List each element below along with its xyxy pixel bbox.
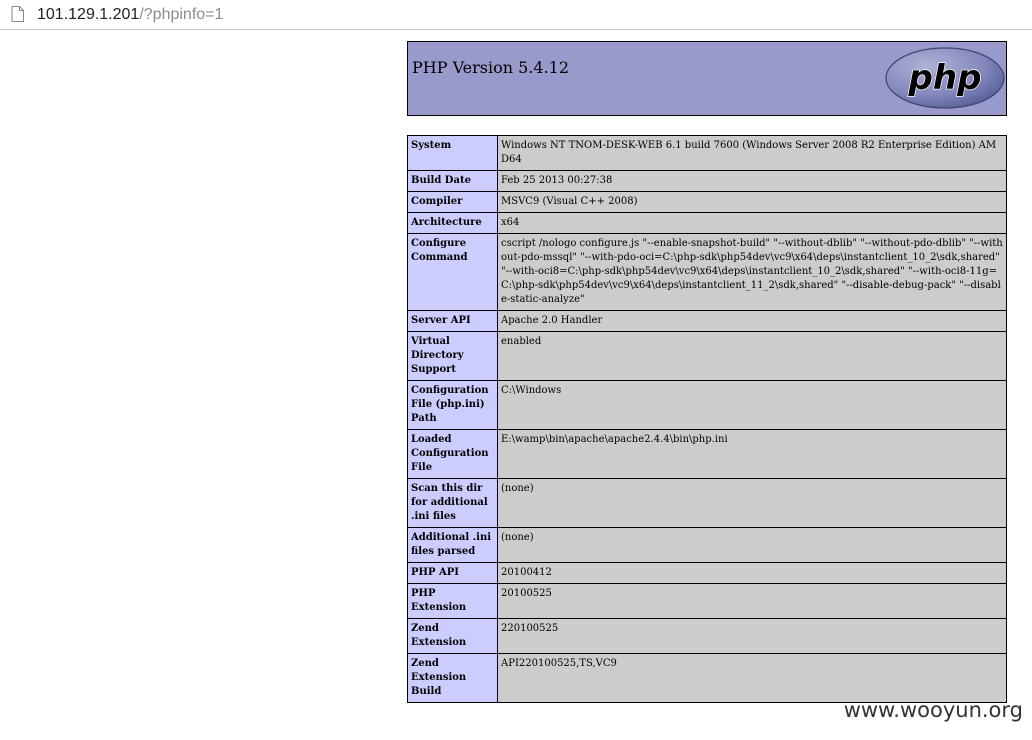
row-key: Configure Command <box>407 233 498 311</box>
row-key: Server API <box>407 310 498 332</box>
page-icon <box>11 6 24 22</box>
row-value: C:\Windows <box>497 380 1007 430</box>
row-value: 20100412 <box>497 562 1007 584</box>
row-key: Build Date <box>407 170 498 192</box>
row-key: Scan this dir for additional .ini files <box>407 478 498 528</box>
row-value: (none) <box>497 527 1007 563</box>
table-row: Zend Extension Build API220100525,TS,VC9 <box>407 653 1007 703</box>
row-value: x64 <box>497 212 1007 234</box>
row-key: System <box>407 135 498 171</box>
phpinfo-table: System Windows NT TNOM-DESK-WEB 6.1 build… <box>407 135 1007 703</box>
table-row: Additional .ini files parsed (none) <box>407 527 1007 563</box>
table-row: PHP Extension 20100525 <box>407 583 1007 619</box>
table-row: Virtual Directory Support enabled <box>407 331 1007 381</box>
row-value: Feb 25 2013 00:27:38 <box>497 170 1007 192</box>
row-value: Windows NT TNOM-DESK-WEB 6.1 build 7600 … <box>497 135 1007 171</box>
address-bar[interactable]: 101.129.1.201/?phpinfo=1 <box>0 0 1032 30</box>
url-path: /?phpinfo=1 <box>139 6 224 23</box>
php-version-title: PHP Version 5.4.12 <box>412 58 570 77</box>
row-value: (none) <box>497 478 1007 528</box>
row-key: Virtual Directory Support <box>407 331 498 381</box>
table-row: Build Date Feb 25 2013 00:27:38 <box>407 170 1007 192</box>
table-row: Compiler MSVC9 (Visual C++ 2008) <box>407 191 1007 213</box>
row-key: Architecture <box>407 212 498 234</box>
row-value: E:\wamp\bin\apache\apache2.4.4\bin\php.i… <box>497 429 1007 479</box>
row-key: Configuration File (php.ini) Path <box>407 380 498 430</box>
url-host: 101.129.1.201 <box>37 6 140 23</box>
row-key: Zend Extension Build <box>407 653 498 703</box>
table-row: Architecture x64 <box>407 212 1007 234</box>
row-value: 220100525 <box>497 618 1007 654</box>
table-row: Configure Command cscript /nologo configu… <box>407 233 1007 311</box>
phpinfo-header: PHP Version 5.4.12 php <box>407 41 1007 116</box>
table-row: Scan this dir for additional .ini files(… <box>407 478 1007 528</box>
row-value: Apache 2.0 Handler <box>497 310 1007 332</box>
row-value: cscript /nologo configure.js "--enable-s… <box>497 233 1007 311</box>
row-key: Loaded Configuration File <box>407 429 498 479</box>
table-row: System Windows NT TNOM-DESK-WEB 6.1 build… <box>407 135 1007 171</box>
watermark: www.wooyun.org <box>843 698 1023 722</box>
php-logo-text: php <box>908 58 982 98</box>
table-row: Server API Apache 2.0 Handler <box>407 310 1007 332</box>
row-key: Zend Extension <box>407 618 498 654</box>
table-row: Loaded Configuration File E:\wamp\bin\apa… <box>407 429 1007 479</box>
row-key: PHP API <box>407 562 498 584</box>
table-row: Configuration File (php.ini) Path C:\Wind… <box>407 380 1007 430</box>
table-row: Zend Extension 220100525 <box>407 618 1007 654</box>
row-key: Additional .ini files parsed <box>407 527 498 563</box>
phpinfo-content: PHP Version 5.4.12 php System Windows NT … <box>407 41 1007 703</box>
row-key: Compiler <box>407 191 498 213</box>
url-text[interactable]: 101.129.1.201/?phpinfo=1 <box>37 4 223 26</box>
row-value: MSVC9 (Visual C++ 2008) <box>497 191 1007 213</box>
row-value: 20100525 <box>497 583 1007 619</box>
row-value: API220100525,TS,VC9 <box>497 653 1007 703</box>
table-row: PHP API 20100412 <box>407 562 1007 584</box>
row-key: PHP Extension <box>407 583 498 619</box>
row-value: enabled <box>497 331 1007 381</box>
php-logo[interactable]: php <box>885 46 1005 110</box>
